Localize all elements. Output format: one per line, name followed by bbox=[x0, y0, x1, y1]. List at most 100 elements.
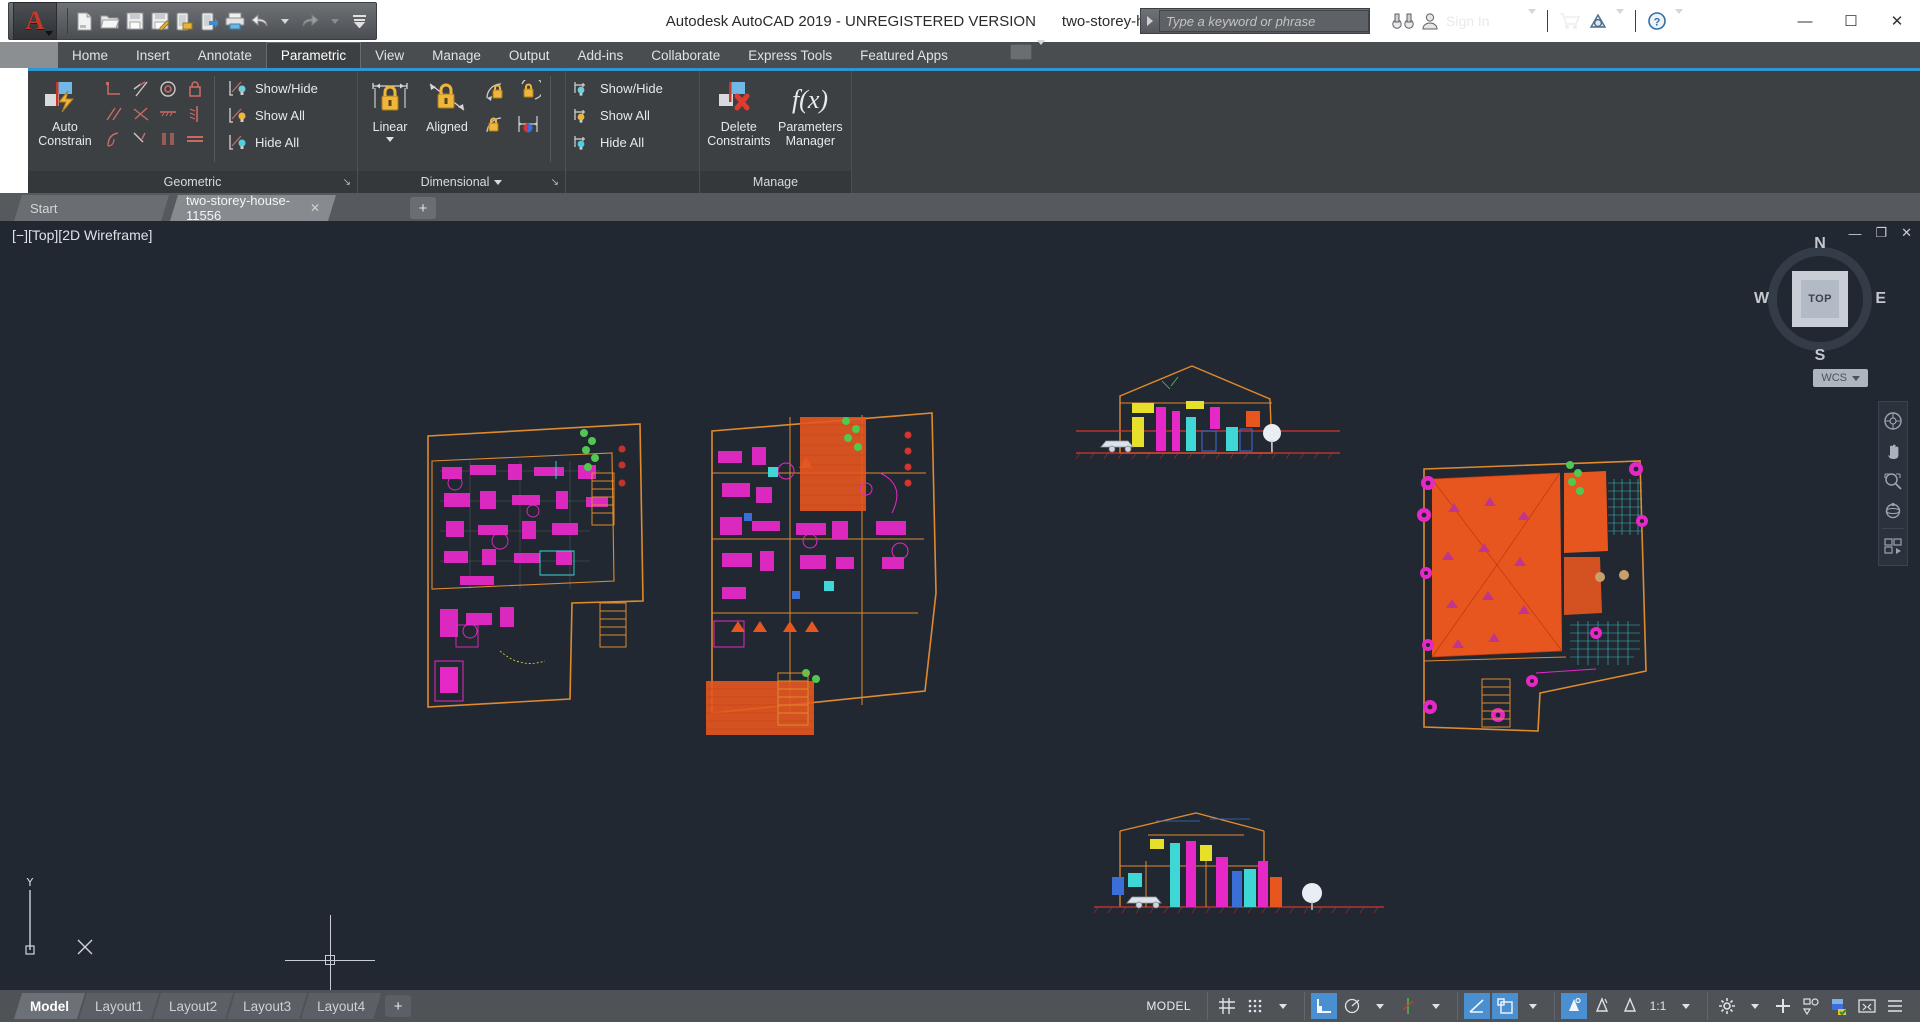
tab-insert[interactable]: Insert bbox=[122, 42, 184, 68]
layout-tab-layout2[interactable]: Layout2 bbox=[153, 993, 233, 1019]
open-from-web-icon[interactable] bbox=[197, 6, 222, 36]
snap-dropdown-icon[interactable] bbox=[1270, 993, 1296, 1019]
parameters-manager-button[interactable]: f(x) Parameters Manager bbox=[776, 76, 845, 148]
layout-tab-layout3[interactable]: Layout3 bbox=[227, 993, 307, 1019]
linear-dimension-dropdown-icon[interactable] bbox=[386, 137, 394, 142]
save-to-web-icon[interactable] bbox=[172, 6, 197, 36]
radial-dimension-icon[interactable] bbox=[512, 76, 544, 108]
tab-annotate[interactable]: Annotate bbox=[184, 42, 266, 68]
coincident-constraint-icon[interactable] bbox=[181, 126, 208, 151]
annotation-scale-dropdown-icon[interactable] bbox=[1673, 993, 1699, 1019]
add-layout-button[interactable]: + bbox=[385, 995, 412, 1017]
snap-mode-toggle[interactable] bbox=[1242, 993, 1268, 1019]
isolate-objects-icon[interactable] bbox=[1798, 993, 1824, 1019]
dimensional-show-hide-button[interactable]: Show/Hide bbox=[572, 76, 669, 100]
search-binoculars-icon[interactable] bbox=[1392, 12, 1414, 30]
autodesk-app-icon[interactable] bbox=[1588, 12, 1608, 30]
parallel-constraint-icon[interactable] bbox=[100, 101, 127, 126]
ribbon-display-icon[interactable] bbox=[1010, 44, 1032, 60]
vertical-constraint-icon[interactable] bbox=[181, 101, 208, 126]
application-menu-button[interactable]: A bbox=[13, 2, 57, 40]
redo-dropdown-icon[interactable] bbox=[322, 6, 347, 36]
object-snap-toggle[interactable] bbox=[1492, 993, 1518, 1019]
save-as-icon[interactable] bbox=[147, 6, 172, 36]
dynamic-ucs-toggle[interactable] bbox=[1464, 993, 1490, 1019]
rear-elevation[interactable] bbox=[1093, 812, 1384, 914]
osnap-tracking-dropdown-icon[interactable] bbox=[1423, 993, 1449, 1019]
geometric-show-hide-button[interactable]: Show/Hide bbox=[227, 76, 324, 100]
search-input[interactable] bbox=[1159, 10, 1369, 32]
convert-dimension-icon[interactable] bbox=[512, 108, 544, 140]
polar-dropdown-icon[interactable] bbox=[1367, 993, 1393, 1019]
angular-dimension-icon[interactable] bbox=[480, 76, 512, 108]
add-tools-button[interactable] bbox=[1770, 993, 1796, 1019]
hardware-acceleration-icon[interactable] bbox=[1826, 993, 1852, 1019]
linear-dimension-button[interactable]: Linear bbox=[364, 76, 416, 142]
transparency-toggle[interactable] bbox=[1589, 993, 1615, 1019]
dimensional-hide-all-button[interactable]: Hide All bbox=[572, 130, 669, 154]
customize-qat-icon[interactable] bbox=[347, 6, 372, 36]
panel-dimensional-dropdown-icon[interactable] bbox=[494, 179, 503, 185]
perpendicular-constraint-icon[interactable] bbox=[100, 76, 127, 101]
collinear-constraint-icon[interactable] bbox=[127, 101, 154, 126]
selection-cycling-toggle[interactable] bbox=[1617, 993, 1643, 1019]
geometric-hide-all-button[interactable]: Hide All bbox=[227, 130, 324, 154]
tab-featured-apps[interactable]: Featured Apps bbox=[846, 42, 962, 68]
redo-icon[interactable] bbox=[297, 6, 322, 36]
help-dropdown-icon[interactable] bbox=[1674, 8, 1683, 29]
autodesk-app-dropdown-icon[interactable] bbox=[1615, 8, 1624, 29]
ground-floor-plan[interactable] bbox=[427, 423, 644, 708]
panel-dialog-launcher-icon[interactable]: ↘ bbox=[343, 177, 351, 188]
smooth-constraint-icon[interactable] bbox=[100, 126, 127, 151]
layout-tab-model[interactable]: Model bbox=[14, 993, 85, 1019]
tab-manage[interactable]: Manage bbox=[418, 42, 495, 68]
file-tab-drawing[interactable]: two-storey-house-11556 ✕ bbox=[170, 195, 336, 221]
horizontal-constraint-icon[interactable] bbox=[154, 101, 181, 126]
roof-plan[interactable] bbox=[1417, 460, 1648, 732]
undo-dropdown-icon[interactable] bbox=[272, 6, 297, 36]
user-avatar-icon[interactable] bbox=[1421, 12, 1439, 30]
annotation-scale-value[interactable]: 1:1 bbox=[1645, 993, 1671, 1019]
sign-in-label[interactable]: Sign In bbox=[1446, 13, 1490, 29]
front-elevation[interactable] bbox=[1075, 365, 1340, 460]
aligned-dimension-button[interactable]: Aligned bbox=[416, 76, 478, 134]
delete-constraints-button[interactable]: Delete Constraints bbox=[706, 76, 772, 148]
tab-view[interactable]: View bbox=[361, 42, 418, 68]
lineweight-toggle[interactable] bbox=[1561, 993, 1587, 1019]
fix-constraint-icon[interactable] bbox=[181, 76, 208, 101]
object-snap-tracking-toggle[interactable] bbox=[1395, 993, 1421, 1019]
tab-add-ins[interactable]: Add-ins bbox=[563, 42, 637, 68]
new-file-icon[interactable] bbox=[72, 6, 97, 36]
diameter-dimension-icon[interactable] bbox=[480, 108, 512, 140]
first-floor-plan[interactable] bbox=[706, 412, 937, 735]
layout-tab-layout4[interactable]: Layout4 bbox=[301, 993, 381, 1019]
maximize-button[interactable]: ☐ bbox=[1828, 0, 1874, 42]
model-space-toggle[interactable]: MODEL bbox=[1138, 999, 1199, 1013]
tab-collaborate[interactable]: Collaborate bbox=[637, 42, 734, 68]
drawing-canvas[interactable]: [−][Top][2D Wireframe] — ❐ ✕ TOP N S W E… bbox=[0, 221, 1920, 990]
geometric-show-all-button[interactable]: Show All bbox=[227, 103, 324, 127]
close-icon[interactable]: ✕ bbox=[310, 201, 320, 215]
tab-express-tools[interactable]: Express Tools bbox=[734, 42, 846, 68]
tangent-constraint-icon[interactable] bbox=[127, 76, 154, 101]
file-tab-start[interactable]: Start bbox=[14, 195, 169, 221]
tab-parametric[interactable]: Parametric bbox=[265, 42, 362, 68]
new-file-tab-button[interactable]: + bbox=[410, 197, 436, 219]
close-button[interactable]: ✕ bbox=[1874, 0, 1920, 42]
workspace-dropdown-icon[interactable] bbox=[1742, 993, 1768, 1019]
symmetric-constraint-icon[interactable] bbox=[127, 126, 154, 151]
sign-in-dropdown-icon[interactable] bbox=[1527, 8, 1536, 29]
ortho-mode-toggle[interactable] bbox=[1311, 993, 1337, 1019]
dimensional-show-all-button[interactable]: Show All bbox=[572, 103, 669, 127]
help-icon[interactable]: ? bbox=[1647, 11, 1667, 31]
open-file-icon[interactable] bbox=[97, 6, 122, 36]
polar-tracking-toggle[interactable] bbox=[1339, 993, 1365, 1019]
osnap-settings-dropdown-icon[interactable] bbox=[1520, 993, 1546, 1019]
ribbon-display-dropdown-icon[interactable] bbox=[1036, 39, 1045, 60]
layout-tab-layout1[interactable]: Layout1 bbox=[79, 993, 159, 1019]
customization-menu-icon[interactable] bbox=[1882, 993, 1908, 1019]
search-expand-icon[interactable] bbox=[1141, 9, 1159, 33]
plot-icon[interactable] bbox=[222, 6, 247, 36]
save-icon[interactable] bbox=[122, 6, 147, 36]
panel-dialog-launcher-icon[interactable]: ↘ bbox=[551, 177, 559, 188]
